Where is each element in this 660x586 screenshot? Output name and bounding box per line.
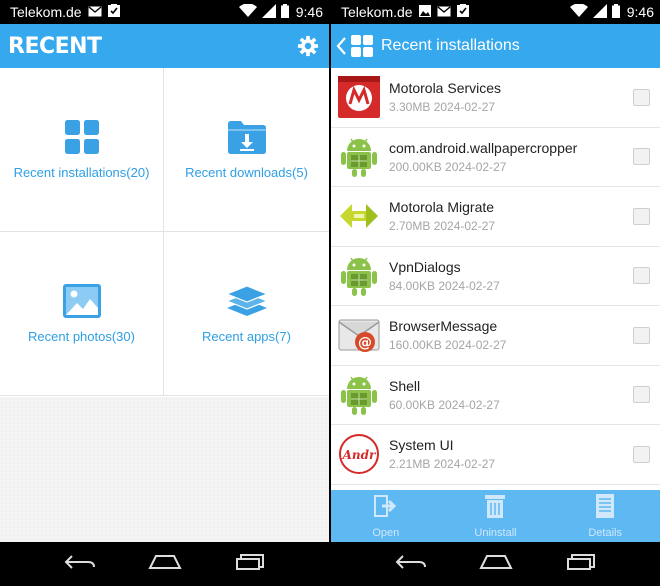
select-checkbox[interactable] xyxy=(633,207,650,225)
motorola-icon xyxy=(337,75,381,119)
signal-icon xyxy=(592,3,607,21)
select-checkbox[interactable] xyxy=(633,386,650,404)
action-label: Uninstall xyxy=(474,527,517,539)
details-button[interactable]: Details xyxy=(565,493,645,539)
page-title: Recent installations xyxy=(381,37,520,54)
recent-screen: Telekom.de 9:46 RECENT Recent installati… xyxy=(0,0,329,586)
trash-icon xyxy=(482,493,508,524)
list-item[interactable]: VpnDialogs 84.00KB 2024-02-27 xyxy=(331,247,660,306)
battery-icon xyxy=(280,3,289,21)
status-bar: Telekom.de 9:46 xyxy=(0,0,329,24)
grid-icon xyxy=(351,35,373,57)
back-button[interactable] xyxy=(335,35,373,57)
layers-icon xyxy=(226,283,267,319)
grid-icon xyxy=(64,119,99,155)
recents-nav-icon[interactable] xyxy=(566,553,596,576)
tile-recent-apps[interactable]: Recent apps(7) xyxy=(164,232,329,396)
app-name: Shell xyxy=(389,377,421,394)
tile-recent-photos[interactable]: Recent photos(30) xyxy=(0,232,164,396)
mail-icon xyxy=(88,4,102,20)
android-robot-icon xyxy=(337,135,381,179)
signal-icon xyxy=(261,3,276,21)
app-meta: 3.30MB 2024-02-27 xyxy=(389,100,496,115)
email-icon: @ xyxy=(337,313,381,357)
clock: 9:46 xyxy=(295,4,323,20)
android-logo-icon: Andr xyxy=(337,432,381,476)
app-meta: 2.21MB 2024-02-27 xyxy=(389,457,496,472)
list-item[interactable]: Andr System UI 2.21MB 2024-02-27 xyxy=(331,425,660,485)
tile-label: Recent downloads(5) xyxy=(185,165,308,180)
list-item[interactable]: Motorola Services 3.30MB 2024-02-27 xyxy=(331,68,660,128)
recent-installations-screen: Telekom.de 9:46 Recent installations Mot… xyxy=(331,0,660,586)
tile-label: Recent installations(20) xyxy=(13,165,150,180)
app-name: Motorola Services xyxy=(389,80,502,97)
image-notification-icon xyxy=(418,4,431,20)
mail-icon xyxy=(437,4,451,20)
status-bar: Telekom.de 9:46 xyxy=(331,0,660,24)
home-nav-icon[interactable] xyxy=(479,554,514,575)
home-nav-icon[interactable] xyxy=(148,554,183,575)
svg-text:Andr: Andr xyxy=(342,448,377,462)
carrier-label: Telekom.de xyxy=(10,4,82,20)
wifi-icon xyxy=(569,2,588,21)
select-checkbox[interactable] xyxy=(633,88,650,106)
list-item[interactable]: com.android.wallpapercropper 200.00KB 20… xyxy=(331,128,660,187)
back-nav-icon[interactable] xyxy=(64,554,96,575)
app-meta: 84.00KB 2024-02-27 xyxy=(389,278,500,293)
app-name: BrowserMessage xyxy=(389,318,498,335)
app-name: VpnDialogs xyxy=(389,258,461,275)
clipboard-check-icon xyxy=(107,4,120,20)
list-item[interactable]: Motorola Migrate 2.70MB 2024-02-27 xyxy=(331,187,660,247)
app-meta: 60.00KB 2024-02-27 xyxy=(389,397,500,412)
action-label: Open xyxy=(372,527,400,539)
app-meta: 200.00KB 2024-02-27 xyxy=(389,159,507,174)
app-bar: RECENT xyxy=(0,24,329,68)
tile-recent-downloads[interactable]: Recent downloads(5) xyxy=(164,68,329,232)
system-navbar xyxy=(331,542,660,586)
tile-label: Recent photos(30) xyxy=(28,329,135,344)
carrier-label: Telekom.de xyxy=(341,4,413,20)
open-icon xyxy=(373,493,399,524)
app-name: com.android.wallpapercropper xyxy=(389,139,578,156)
tile-recent-installations[interactable]: Recent installations(20) xyxy=(0,68,164,232)
migrate-icon xyxy=(337,194,381,238)
android-robot-icon xyxy=(337,254,381,298)
photo-icon xyxy=(62,283,101,319)
wifi-icon xyxy=(238,2,257,21)
select-checkbox[interactable] xyxy=(633,326,650,344)
clipboard-check-icon xyxy=(456,4,469,20)
app-name: System UI xyxy=(389,437,454,454)
recents-nav-icon[interactable] xyxy=(235,553,265,576)
app-name: Motorola Migrate xyxy=(389,199,495,216)
details-icon xyxy=(592,493,618,524)
list-item[interactable]: @ BrowserMessage 160.00KB 2024-02-27 xyxy=(331,306,660,366)
action-label: Details xyxy=(588,527,622,539)
recent-tiles-grid: Recent installations(20) Recent download… xyxy=(0,68,329,396)
select-checkbox[interactable] xyxy=(633,445,650,463)
svg-text:@: @ xyxy=(358,335,372,351)
uninstall-button[interactable]: Uninstall xyxy=(455,493,535,539)
open-button[interactable]: Open xyxy=(346,493,426,539)
action-bar: Open Uninstall Details xyxy=(331,490,660,542)
app-meta: 160.00KB 2024-02-27 xyxy=(389,338,507,353)
android-robot-icon xyxy=(337,373,381,417)
page-title: RECENT xyxy=(8,33,102,59)
installations-list: Motorola Services 3.30MB 2024-02-27 com.… xyxy=(331,68,660,490)
list-item[interactable]: Shell 60.00KB 2024-02-27 xyxy=(331,366,660,425)
app-meta: 2.70MB 2024-02-27 xyxy=(389,219,496,234)
select-checkbox[interactable] xyxy=(633,267,650,285)
battery-icon xyxy=(611,3,620,21)
download-folder-icon xyxy=(227,119,266,155)
system-navbar xyxy=(0,542,329,586)
empty-area xyxy=(0,397,329,542)
select-checkbox[interactable] xyxy=(633,148,650,166)
back-nav-icon[interactable] xyxy=(395,554,427,575)
app-bar: Recent installations xyxy=(331,24,660,68)
tile-label: Recent apps(7) xyxy=(202,329,291,344)
gear-icon[interactable] xyxy=(297,35,319,57)
clock: 9:46 xyxy=(626,4,654,20)
